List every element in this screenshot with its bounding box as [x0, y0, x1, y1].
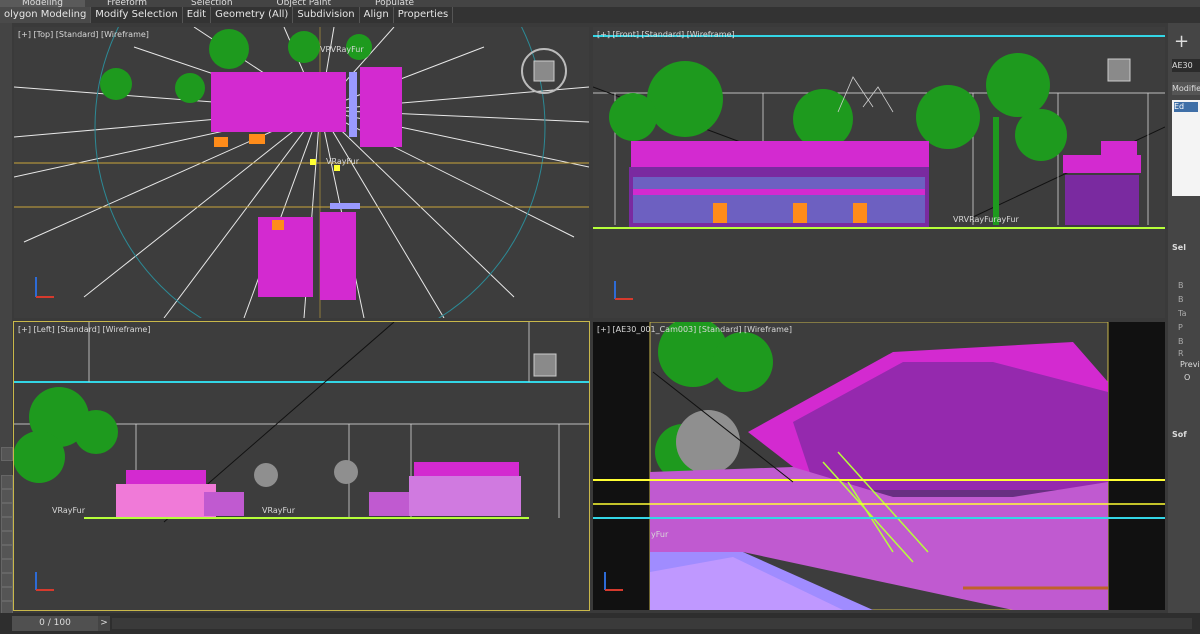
viewport-camera[interactable]: [+] [AE30_001_Cam003] [Standard] [Wirefr…	[593, 322, 1165, 610]
ribbon-tab-modeling[interactable]: Modeling	[0, 0, 85, 7]
toolbar-button[interactable]	[1, 517, 13, 531]
toolbar-button[interactable]	[1, 447, 13, 461]
top-view-scene	[14, 27, 589, 318]
vrayfur-tag: VRVRayFurayFur	[953, 215, 1019, 224]
create-panel-icon[interactable]: +	[1174, 33, 1189, 51]
toolbar-button[interactable]	[1, 573, 13, 587]
ribbon-tab-populate[interactable]: Populate	[353, 0, 436, 7]
toolbar-button[interactable]	[1, 545, 13, 559]
modifier-stack[interactable]: Ed	[1172, 100, 1200, 196]
time-slider-bar: 0 / 100 >	[0, 613, 1200, 634]
viewport-label[interactable]: [+] [Top] [Standard] [Wireframe]	[18, 30, 149, 39]
vrayfur-tag: VRVRayFur	[320, 45, 364, 54]
preview-option-radio[interactable]: O	[1184, 373, 1200, 382]
selection-row[interactable]: B	[1178, 295, 1200, 304]
viewport-label[interactable]: [+] [Front] [Standard] [Wireframe]	[597, 30, 735, 39]
tab-subdivision[interactable]: Subdivision	[293, 7, 360, 23]
vrayfur-tag: yFur	[651, 530, 669, 539]
camera-view-scene	[593, 322, 1165, 610]
toolbar-button[interactable]	[1, 489, 13, 503]
toolbar-button[interactable]	[1, 503, 13, 517]
toolbar-button[interactable]	[1, 587, 13, 601]
ribbon-tab-freeform[interactable]: Freeform	[85, 0, 169, 7]
toolbar-button[interactable]	[1, 559, 13, 573]
tab-geometry-all[interactable]: Geometry (All)	[211, 7, 294, 23]
ribbon-tab-object-paint[interactable]: Object Paint	[255, 0, 353, 7]
time-slider[interactable]: 0 / 100	[12, 616, 98, 631]
front-view-scene	[593, 35, 1165, 300]
object-name-field[interactable]: AE30	[1172, 59, 1200, 72]
viewport-front[interactable]: [+] [Front] [Standard] [Wireframe] VRVRa…	[593, 27, 1165, 318]
viewport-label[interactable]: [+] [Left] [Standard] [Wireframe]	[18, 325, 150, 334]
ribbon-panel-tabs: olygon Modeling Modify Selection Edit Ge…	[0, 7, 1200, 23]
vrayfur-tag: VRayFur	[326, 157, 360, 166]
command-panel: + AE30 Modifie Ed Sel B B Ta P B R Previ…	[1168, 23, 1200, 613]
tab-polygon-modeling[interactable]: olygon Modeling	[0, 7, 92, 23]
ribbon-tab-selection[interactable]: Selection	[169, 0, 254, 7]
rollout-soft-selection-header[interactable]: Sof	[1172, 430, 1187, 439]
toolbar-button[interactable]	[1, 475, 13, 489]
tab-properties[interactable]: Properties	[394, 7, 454, 23]
vrayfur-tag: VRayFur	[262, 506, 296, 515]
left-view-scene	[14, 322, 589, 591]
selection-row[interactable]: Ta	[1178, 309, 1200, 318]
timeline-track[interactable]	[112, 618, 1192, 629]
tab-modify-selection[interactable]: Modify Selection	[91, 7, 183, 23]
viewport-left[interactable]: [+] [Left] [Standard] [Wireframe] VRayFu…	[13, 321, 590, 611]
viewport-label[interactable]: [+] [AE30_001_Cam003] [Standard] [Wirefr…	[597, 325, 792, 334]
tab-edit[interactable]: Edit	[183, 7, 212, 23]
selection-row[interactable]: R	[1178, 349, 1200, 358]
viewport-top[interactable]: [+] [Top] [Standard] [Wireframe] VRVRayF…	[14, 27, 589, 318]
vrayfur-tag: VRayFur	[52, 506, 86, 515]
ribbon-workspace-tabs: Modeling Freeform Selection Object Paint…	[0, 0, 1200, 7]
rollout-selection-header[interactable]: Sel	[1172, 243, 1186, 252]
selection-row[interactable]: P	[1178, 323, 1200, 332]
left-toolbar	[0, 23, 13, 615]
toolbar-button[interactable]	[1, 531, 13, 545]
preview-label: Previ	[1180, 360, 1200, 369]
selection-row[interactable]: B	[1178, 337, 1200, 346]
selection-row[interactable]: B	[1178, 281, 1200, 290]
tab-align[interactable]: Align	[360, 7, 394, 23]
modifier-list-dropdown[interactable]: Modifie	[1172, 82, 1200, 95]
next-frame-button[interactable]: >	[98, 616, 110, 631]
modifier-stack-item[interactable]: Ed	[1174, 102, 1198, 112]
